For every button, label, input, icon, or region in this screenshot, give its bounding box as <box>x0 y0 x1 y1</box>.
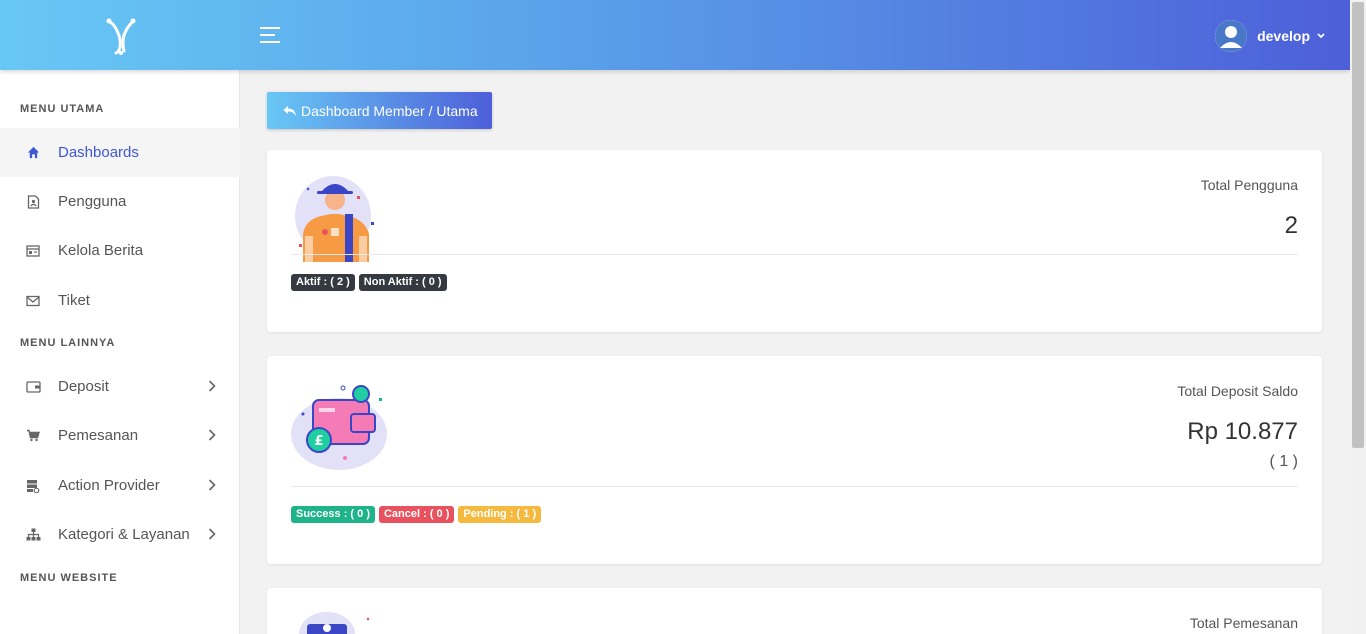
card-value: Rp 10.877 <box>1187 418 1298 445</box>
card-total-deposit: £ Total Deposit Saldo Rp 10.877 ( 1 ) Su… <box>267 356 1322 564</box>
user-file-icon <box>25 194 41 210</box>
divider <box>291 486 1298 487</box>
status-badge-success: Success : ( 0 ) <box>291 506 375 523</box>
home-icon <box>25 145 41 161</box>
page-scrollbar[interactable] <box>1350 0 1366 634</box>
status-badge-cancel: Cancel : ( 0 ) <box>378 506 455 523</box>
sidebar-item-deposit[interactable]: Deposit <box>0 362 240 411</box>
back-dashboard-button[interactable]: Dashboard Member / Utama <box>267 92 492 129</box>
server-icon <box>25 478 41 494</box>
cart-icon <box>25 428 41 444</box>
chevron-down-icon <box>1317 33 1325 39</box>
sidebar-item-label: Tiket <box>58 292 90 309</box>
user-menu[interactable]: develop <box>1215 20 1326 52</box>
card-total-pengguna: Total Pengguna 2 Aktif : ( 2 ) Non Aktif… <box>267 150 1322 332</box>
sidebar-item-label: Pemesanan <box>58 427 139 444</box>
status-badges: Success : ( 0 ) Cancel : ( 0 ) Pending :… <box>291 506 542 523</box>
status-badges: Aktif : ( 2 ) Non Aktif : ( 0 ) <box>291 274 447 291</box>
divider <box>291 254 1298 255</box>
top-bar: develop <box>0 0 1350 70</box>
card-title: Total Deposit Saldo <box>1177 383 1298 399</box>
card-count: ( 1 ) <box>1269 453 1298 470</box>
newspaper-icon <box>25 243 41 259</box>
menu-heading-website: MENU WEBSITE <box>20 572 118 584</box>
sidebar-item-kategori-layanan[interactable]: Kategori & Layanan <box>0 510 240 559</box>
svg-text:£: £ <box>314 434 323 449</box>
sidebar-item-pemesanan[interactable]: Pemesanan <box>0 411 240 460</box>
sidebar-item-label: Kelola Berita <box>58 242 144 259</box>
chevron-right-icon <box>208 479 216 491</box>
reply-arrow-icon <box>283 105 296 116</box>
menu-heading-utama: MENU UTAMA <box>20 103 105 115</box>
sidebar-item-pengguna[interactable]: Pengguna <box>0 177 240 226</box>
status-badge: Aktif : ( 2 ) <box>291 274 355 291</box>
chevron-right-icon <box>208 429 216 441</box>
sidebar-item-label: Action Provider <box>58 477 160 494</box>
sidebar: MENU UTAMA Dashboards Pengguna Kelola Be… <box>0 70 240 634</box>
sidebar-item-label: Dashboards <box>58 144 139 161</box>
scrollbar-thumb[interactable] <box>1352 2 1364 448</box>
sidebar-item-kelola-berita[interactable]: Kelola Berita <box>0 226 240 275</box>
sidebar-item-label: Pengguna <box>58 193 127 210</box>
back-button-label: Dashboard Member / Utama <box>301 102 478 119</box>
wallet-icon <box>25 379 41 395</box>
card-total-pemesanan: Total Pemesanan <box>267 588 1322 634</box>
sidebar-item-tiket[interactable]: Tiket <box>0 276 240 325</box>
sidebar-item-action-provider[interactable]: Action Provider <box>0 461 240 510</box>
menu-heading-lainnya: MENU LAINNYA <box>20 337 116 349</box>
brand-logo[interactable] <box>104 17 138 55</box>
status-badge-pending: Pending : ( 1 ) <box>458 506 542 523</box>
card-title: Total Pemesanan <box>1189 615 1298 631</box>
card-value: 2 <box>1284 212 1298 239</box>
user-illustration-icon <box>295 176 374 262</box>
order-illustration-icon <box>299 612 370 634</box>
chevron-right-icon <box>208 528 216 540</box>
card-title: Total Pengguna <box>1200 177 1298 193</box>
sitemap-icon <box>25 527 41 543</box>
wallet-illustration-icon: £ <box>291 385 387 470</box>
avatar <box>1215 20 1248 52</box>
sidebar-item-label: Kategori & Layanan <box>58 526 190 543</box>
chevron-right-icon <box>208 380 216 392</box>
menu-toggle-icon[interactable] <box>260 27 280 45</box>
user-name: develop <box>1257 28 1310 44</box>
sidebar-item-dashboards[interactable]: Dashboards <box>0 128 240 177</box>
mail-icon <box>25 293 41 309</box>
status-badge: Non Aktif : ( 0 ) <box>358 274 447 291</box>
sidebar-item-label: Deposit <box>58 378 109 395</box>
